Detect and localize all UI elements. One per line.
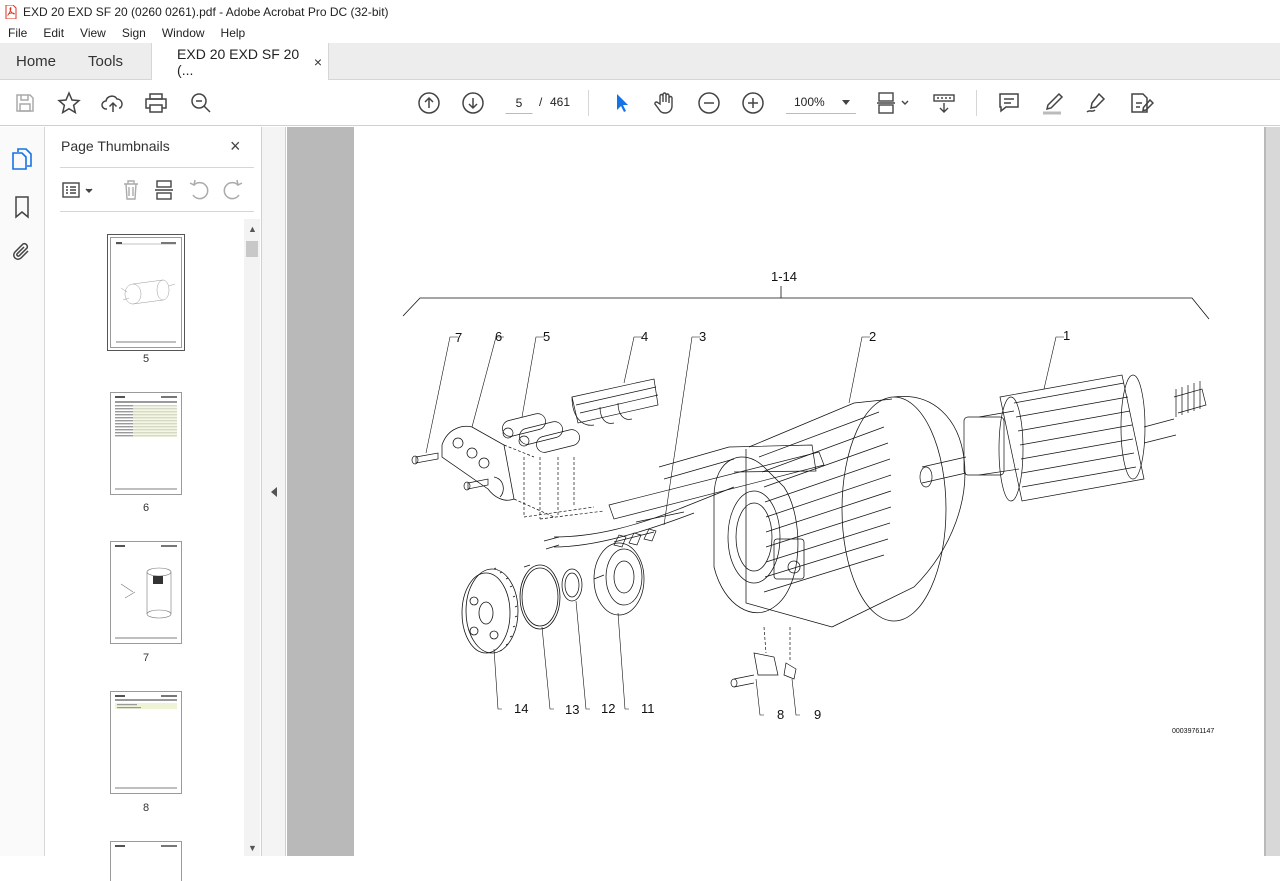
- scroll-down-icon[interactable]: ▼: [248, 843, 257, 853]
- tab-bar: Home Tools EXD 20 EXD SF 20 (... ×: [0, 43, 1280, 81]
- select-cursor-icon[interactable]: [608, 90, 634, 116]
- highlight-pen-icon[interactable]: [1040, 90, 1066, 116]
- callout-1: 1: [1063, 328, 1071, 343]
- delete-page-icon[interactable]: [118, 178, 144, 202]
- tab-tools[interactable]: Tools: [72, 43, 139, 79]
- menu-edit[interactable]: Edit: [35, 26, 72, 40]
- left-navigation-rail: [0, 127, 45, 856]
- scroll-mode-icon[interactable]: [931, 90, 957, 116]
- page-layout-icon[interactable]: [876, 90, 910, 116]
- menu-help[interactable]: Help: [213, 26, 254, 40]
- callout-14: 14: [514, 701, 529, 716]
- zoom-out-icon[interactable]: [696, 90, 722, 116]
- callout-6: 6: [495, 329, 503, 344]
- attachment-icon[interactable]: [10, 240, 34, 264]
- rotate-left-icon[interactable]: [186, 178, 212, 202]
- toolbar-separator: [588, 90, 589, 116]
- thumbnail-options-icon[interactable]: [60, 178, 96, 202]
- callout-8: 8: [777, 707, 785, 722]
- zoom-value: 100%: [794, 95, 825, 109]
- acrobat-logo-icon: [5, 4, 17, 19]
- page-total: 461: [550, 95, 571, 109]
- page-thumbnails-icon[interactable]: [10, 147, 34, 171]
- scroll-up-icon[interactable]: ▲: [248, 224, 257, 234]
- callout-3: 3: [699, 329, 707, 344]
- save-icon[interactable]: [12, 90, 38, 116]
- rotate-right-icon[interactable]: [220, 178, 246, 202]
- thumbnail-label: 5: [142, 353, 150, 365]
- hand-tool-icon[interactable]: [652, 90, 678, 116]
- previous-page-icon[interactable]: [416, 90, 442, 116]
- callout-13: 13: [565, 702, 580, 717]
- star-icon[interactable]: [56, 90, 82, 116]
- thumbnail-page-7[interactable]: [110, 541, 182, 644]
- tab-document-label: EXD 20 EXD SF 20 (...: [177, 46, 300, 78]
- tab-document[interactable]: EXD 20 EXD SF 20 (... ×: [151, 43, 330, 81]
- bookmark-icon[interactable]: [10, 195, 34, 219]
- title-bar: EXD 20 EXD SF 20 (0260 0261).pdf - Adobe…: [0, 0, 1280, 23]
- pdf-page: 1-14 1 2 3 4 5 6 7 8 9 11 12 13 14 00039…: [354, 127, 1264, 856]
- callout-5: 5: [543, 329, 551, 344]
- panel-splitter[interactable]: [262, 127, 286, 856]
- insert-page-icon[interactable]: [151, 178, 177, 202]
- close-tab-icon[interactable]: ×: [314, 54, 322, 70]
- print-icon[interactable]: [143, 90, 169, 116]
- callout-2: 2: [869, 329, 877, 344]
- thumbnail-page-9[interactable]: [110, 841, 182, 881]
- zoom-search-icon[interactable]: [188, 90, 214, 116]
- tab-home[interactable]: Home: [0, 43, 72, 79]
- thumbnail-label: 8: [142, 802, 150, 814]
- panel-title: Page Thumbnails: [61, 138, 170, 154]
- comment-icon[interactable]: [996, 90, 1022, 116]
- zoom-select[interactable]: 100%: [786, 90, 856, 114]
- window-title: EXD 20 EXD SF 20 (0260 0261).pdf - Adobe…: [23, 4, 389, 19]
- chevron-down-icon: [842, 100, 850, 105]
- menu-window[interactable]: Window: [154, 26, 213, 40]
- close-panel-icon[interactable]: ×: [230, 137, 241, 155]
- assembly-label: 1-14: [771, 269, 798, 284]
- next-page-icon[interactable]: [460, 90, 486, 116]
- thumbnail-page-6[interactable]: [110, 392, 182, 495]
- callout-11: 11: [641, 701, 655, 716]
- divider: [60, 167, 254, 168]
- thumbnail-page-8[interactable]: [110, 691, 182, 794]
- thumbnail-label: 6: [142, 502, 150, 514]
- thumbnail-scrollbar[interactable]: ▲ ▼: [244, 219, 260, 856]
- main-toolbar: [0, 80, 1280, 126]
- thumbnail-label: 7: [142, 652, 150, 664]
- upload-cloud-icon[interactable]: [100, 90, 126, 116]
- menu-view[interactable]: View: [72, 26, 114, 40]
- document-viewer[interactable]: 1-14 1 2 3 4 5 6 7 8 9 11 12 13 14 00039…: [287, 127, 1280, 856]
- exploded-parts-diagram: [402, 286, 1210, 716]
- page-number-input[interactable]: 5: [505, 90, 533, 114]
- callout-4: 4: [641, 329, 649, 344]
- scrollbar-thumb[interactable]: [246, 241, 258, 257]
- thumbnail-page-5[interactable]: [107, 234, 185, 351]
- menu-bar: File Edit View Sign Window Help: [0, 23, 1280, 43]
- toolbar-separator: [976, 90, 977, 116]
- menu-sign[interactable]: Sign: [114, 26, 154, 40]
- edit-document-icon[interactable]: [1128, 90, 1154, 116]
- document-scrollbar[interactable]: [1266, 127, 1280, 856]
- draw-sign-icon[interactable]: [1084, 90, 1110, 116]
- divider: [60, 211, 254, 212]
- callout-12: 12: [601, 701, 616, 716]
- callout-9: 9: [814, 707, 822, 722]
- figure-id: 00039761147: [1172, 728, 1215, 735]
- callout-7: 7: [455, 330, 463, 345]
- page-separator: /: [539, 95, 543, 109]
- menu-file[interactable]: File: [0, 26, 35, 40]
- collapse-panel-icon[interactable]: [271, 487, 277, 497]
- page-thumbnails-panel: Page Thumbnails × 5 6 7 8 ▲ ▼: [45, 127, 262, 881]
- zoom-in-icon[interactable]: [740, 90, 766, 116]
